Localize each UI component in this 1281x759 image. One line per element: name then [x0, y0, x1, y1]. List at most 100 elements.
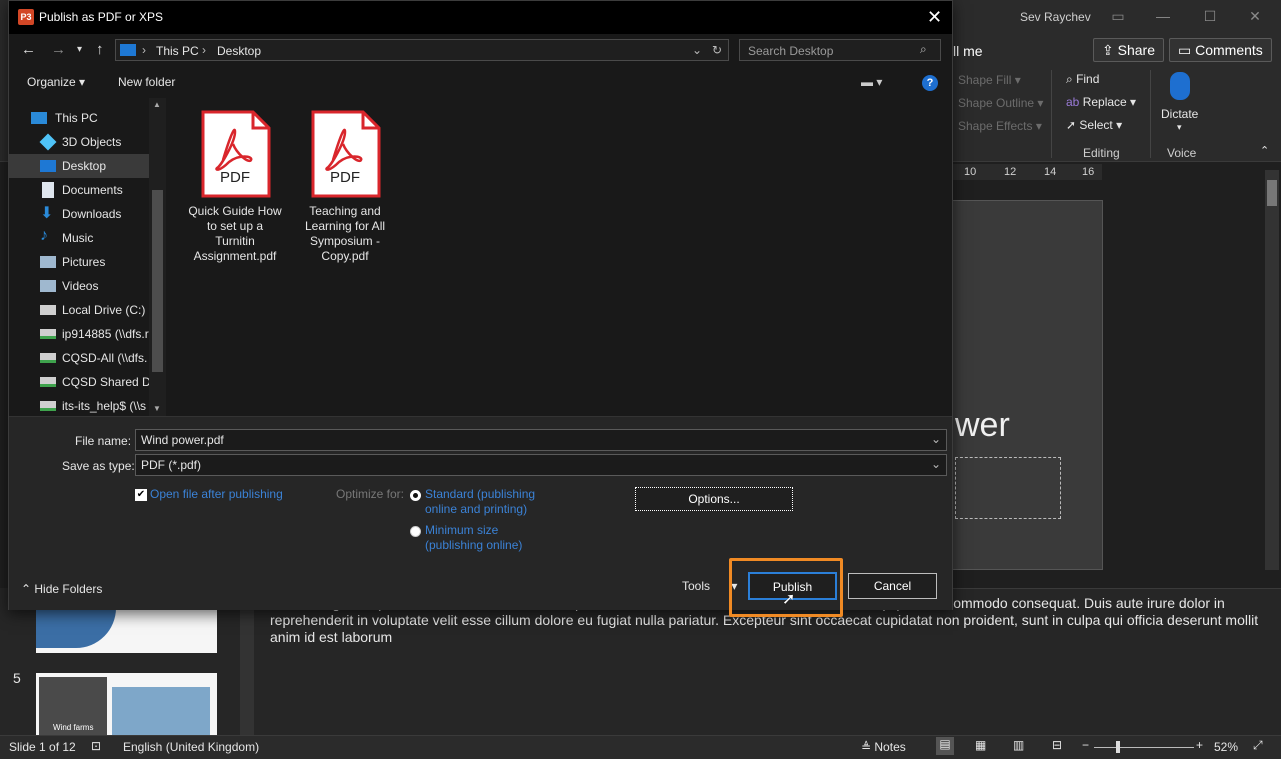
subtitle-placeholder[interactable]: [955, 457, 1061, 519]
search-input[interactable]: Search Desktop ⌕: [739, 39, 941, 61]
breadcrumb-this-pc[interactable]: This PC: [156, 44, 199, 58]
computer-icon: [120, 44, 136, 56]
minimize-icon[interactable]: —: [1140, 8, 1186, 24]
nav-item-3d-objects[interactable]: 3D Objects: [9, 130, 149, 154]
breadcrumb-desktop[interactable]: Desktop: [217, 44, 261, 58]
minimum-label[interactable]: Minimum size (publishing online): [425, 523, 553, 553]
close-window-icon[interactable]: ✕: [1232, 8, 1278, 25]
nav-item-downloads[interactable]: ⬇ Downloads: [9, 202, 149, 226]
navigation-scrollbar[interactable]: ▲ ▼: [149, 98, 166, 416]
minimum-radio[interactable]: [410, 526, 421, 537]
forward-arrow-icon[interactable]: →: [51, 41, 66, 58]
chevron-down-icon[interactable]: ⌄: [931, 457, 941, 471]
nav-item-local-drive[interactable]: Local Drive (C:): [9, 298, 149, 322]
reading-view-icon[interactable]: ▥: [1013, 738, 1024, 752]
drive-icon: [40, 305, 56, 315]
find-button[interactable]: ⌕ Find: [1066, 72, 1099, 87]
recent-locations-icon[interactable]: ▾: [77, 44, 82, 55]
slide-title[interactable]: wer: [955, 406, 1010, 445]
nav-item-music[interactable]: ♪ Music: [9, 226, 149, 250]
dictate-button[interactable]: Dictate: [1161, 107, 1198, 121]
slideshow-icon[interactable]: ⊟: [1052, 738, 1062, 752]
new-folder-button[interactable]: New folder: [118, 75, 175, 89]
thumbnail-scrollbar[interactable]: [240, 588, 254, 735]
nav-item-videos[interactable]: Videos: [9, 274, 149, 298]
zoom-slider[interactable]: [1094, 741, 1194, 753]
nav-item-network-drive[interactable]: CQSD-All (\\dfs.: [9, 346, 149, 370]
zoom-out-icon[interactable]: −: [1082, 738, 1089, 752]
hide-folders-button[interactable]: ⌃ Hide Folders: [21, 582, 102, 596]
file-name: Teaching and Learning for All Symposium …: [304, 204, 386, 263]
up-arrow-icon[interactable]: ↑: [96, 41, 104, 58]
normal-view-icon[interactable]: ▤: [936, 737, 954, 755]
fit-to-window-icon[interactable]: ⤢: [1253, 738, 1263, 753]
microphone-icon[interactable]: [1170, 72, 1190, 100]
chevron-down-icon[interactable]: ⌄: [692, 43, 702, 57]
network-drive-icon: [40, 329, 56, 339]
vertical-scrollbar[interactable]: [1265, 170, 1279, 570]
chevron-down-icon[interactable]: ⌄: [931, 432, 941, 446]
organize-button[interactable]: Organize ▾: [27, 75, 85, 89]
slide-thumbnail-pane: 5 Wind farms: [0, 588, 258, 735]
nav-item-this-pc[interactable]: This PC: [9, 106, 149, 130]
refresh-icon[interactable]: ↻: [712, 43, 722, 57]
slide-canvas[interactable]: wer: [952, 200, 1103, 570]
options-button[interactable]: Options...: [635, 487, 793, 511]
replace-button[interactable]: ab Replace ▾: [1066, 95, 1136, 109]
pdf-badge: PDF: [330, 169, 360, 186]
nav-item-pictures[interactable]: Pictures: [9, 250, 149, 274]
scroll-up-icon[interactable]: ▲: [153, 100, 161, 109]
chevron-down-icon[interactable]: ▾: [1177, 122, 1182, 133]
ribbon-display-icon[interactable]: ▭: [1095, 8, 1141, 25]
nav-item-network-drive[interactable]: CQSD Shared Dr: [9, 370, 149, 394]
zoom-level[interactable]: 52%: [1214, 740, 1238, 754]
open-after-label[interactable]: Open file after publishing: [150, 487, 283, 502]
nav-item-network-drive[interactable]: its-its_help$ (\\s: [9, 394, 149, 418]
file-name-value: Wind power.pdf: [141, 433, 224, 447]
file-name-input[interactable]: Wind power.pdf ⌄: [135, 429, 947, 451]
zoom-in-icon[interactable]: +: [1196, 738, 1203, 752]
maximize-icon[interactable]: ☐: [1187, 8, 1233, 25]
tell-me-search[interactable]: ll me: [953, 43, 983, 59]
nav-item-label: Music: [62, 231, 94, 245]
zoom-slider-thumb[interactable]: [1116, 741, 1120, 753]
ribbon-divider: [1150, 70, 1151, 158]
file-item[interactable]: PDF Quick Guide How to set up a Turnitin…: [187, 110, 283, 264]
back-arrow-icon[interactable]: ←: [21, 41, 36, 58]
nav-item-documents[interactable]: Documents: [9, 178, 149, 202]
help-icon[interactable]: ?: [922, 75, 938, 91]
open-after-checkbox[interactable]: ✔: [135, 489, 147, 501]
slide-thumbnail[interactable]: Wind farms: [36, 673, 217, 735]
collapse-ribbon-icon[interactable]: ⌃: [1260, 144, 1269, 157]
standard-label[interactable]: Standard (publishing online and printing…: [425, 487, 553, 517]
thumbnail-caption: Wind farms: [53, 723, 94, 732]
language-indicator[interactable]: English (United Kingdom): [123, 740, 259, 754]
nav-item-network-drive[interactable]: ip914885 (\\dfs.r: [9, 322, 149, 346]
cancel-button[interactable]: Cancel: [848, 573, 937, 599]
standard-radio[interactable]: [410, 490, 421, 501]
view-options-icon[interactable]: ▬ ▾: [861, 75, 882, 89]
scrollbar-thumb[interactable]: [1267, 180, 1277, 206]
user-name[interactable]: Sev Raychev: [1020, 10, 1091, 24]
notes-icon: ≜: [861, 740, 875, 754]
notes-button[interactable]: ≜ Notes: [861, 740, 906, 754]
save-type-select[interactable]: PDF (*.pdf) ⌄: [135, 454, 947, 476]
file-list: PDF Quick Guide How to set up a Turnitin…: [167, 98, 952, 416]
nav-item-desktop[interactable]: Desktop: [9, 154, 149, 178]
share-button[interactable]: ⇪ Share: [1093, 38, 1164, 62]
nav-item-label: Videos: [62, 279, 99, 293]
shape-outline-button[interactable]: Shape Outline ▾: [958, 96, 1043, 110]
shape-fill-button[interactable]: Shape Fill ▾: [958, 73, 1021, 87]
scroll-down-icon[interactable]: ▼: [153, 404, 161, 413]
pdf-file-icon: PDF: [199, 110, 271, 198]
select-button[interactable]: ➚ Select ▾: [1066, 118, 1122, 132]
address-bar[interactable]: › This PC › Desktop ⌄ ↻: [115, 39, 729, 61]
scrollbar-thumb[interactable]: [152, 190, 163, 372]
file-item[interactable]: PDF Teaching and Learning for All Sympos…: [297, 110, 393, 264]
slide-sorter-icon[interactable]: ▦: [975, 738, 986, 752]
video-icon: [40, 280, 56, 292]
accessibility-icon[interactable]: ⊡: [91, 739, 101, 753]
shape-effects-button[interactable]: Shape Effects ▾: [958, 119, 1042, 133]
comments-button[interactable]: ▭ Comments: [1169, 38, 1272, 62]
close-icon[interactable]: ✕: [927, 7, 942, 28]
